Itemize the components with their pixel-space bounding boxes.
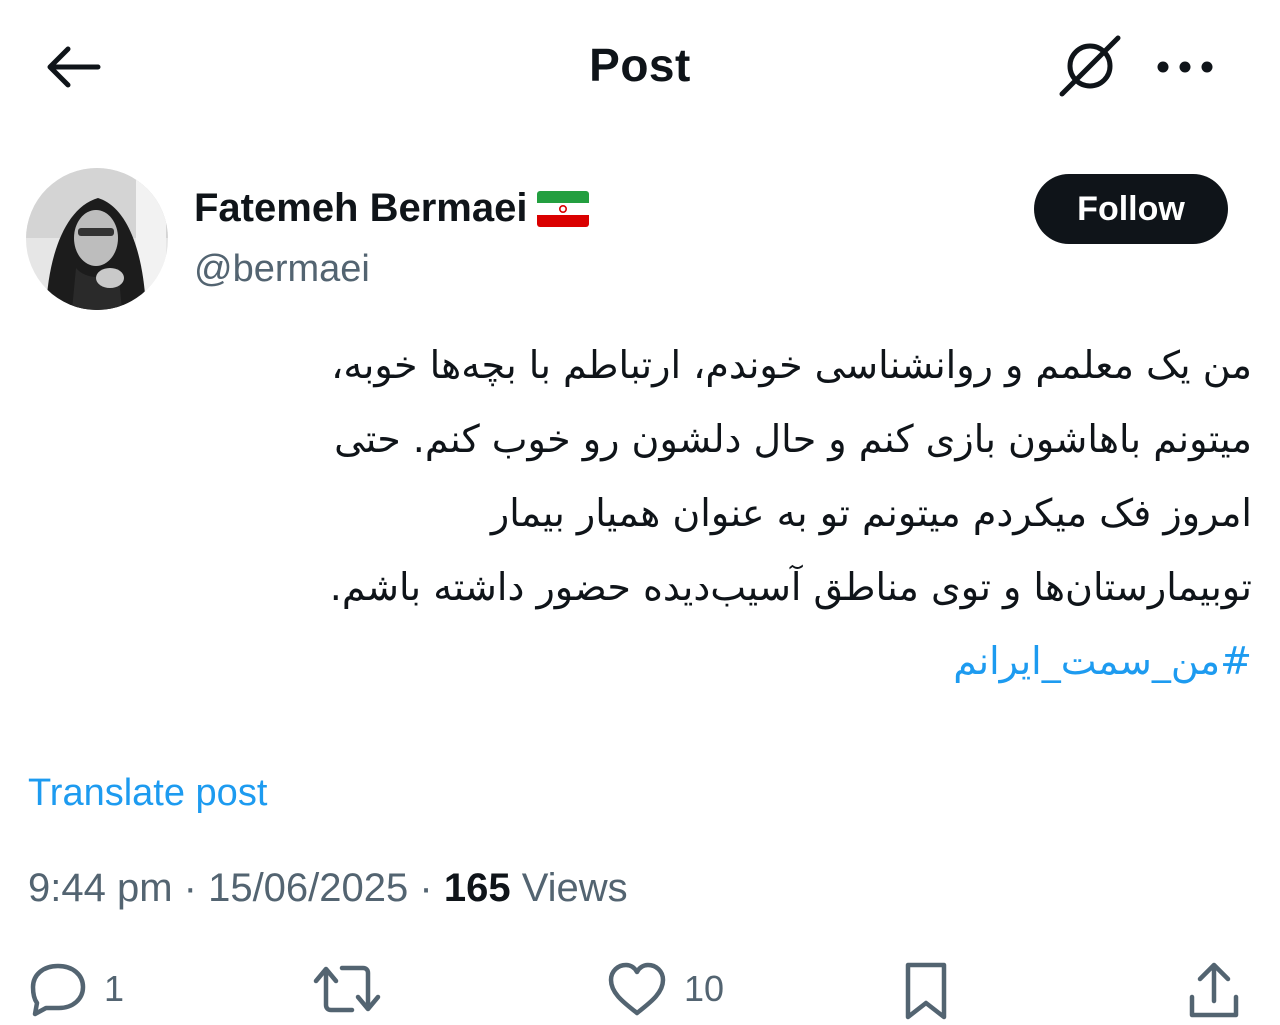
post-date[interactable]: 15/06/2025 (208, 866, 408, 910)
repost-icon (313, 965, 381, 1013)
like-count: 10 (684, 968, 725, 1009)
share-button[interactable] (1186, 961, 1242, 1021)
follow-button[interactable]: Follow (1034, 174, 1228, 244)
views-label: Views (510, 866, 628, 910)
grok-icon (1059, 35, 1121, 97)
grok-button[interactable] (1054, 30, 1126, 102)
translate-post-link[interactable]: Translate post (28, 772, 267, 815)
top-bar: Post (0, 0, 1280, 135)
post-text-line: امروز فک میکردم میتونم تو به عنوان همیار… (490, 491, 1252, 535)
more-options-button[interactable] (1150, 40, 1220, 94)
more-horizontal-icon (1157, 61, 1213, 73)
bookmark-button[interactable] (900, 961, 952, 1021)
bookmark-icon (905, 962, 947, 1020)
post-meta: 9:44 pm · 15/06/2025 · 165 Views (28, 866, 628, 911)
action-bar: 1 10 (0, 955, 1280, 1025)
post-text-line: من یک معلمم و روانشناسی خوندم، ارتباطم ب… (331, 343, 1252, 387)
meta-separator: · (408, 866, 444, 910)
author-display-name: Fatemeh Bermaei (194, 186, 528, 230)
hashtag-link[interactable]: #من_سمت_ایرانم (40, 624, 1252, 698)
post-text-line: توبیمارستان‌ها و توی مناطق آسیب‌دیده حضو… (329, 565, 1252, 609)
reply-count: 1 (104, 968, 125, 1009)
post-text-line: میتونم باهاشون بازی کنم و حال دلشون رو خ… (334, 417, 1252, 461)
like-button[interactable]: 10 (606, 961, 724, 1017)
iran-flag-icon (537, 190, 590, 227)
meta-separator: · (172, 866, 209, 910)
author-name[interactable]: Fatemeh Bermaei (194, 186, 590, 231)
author-handle[interactable]: @bermaei (194, 248, 370, 291)
views-count: 165 (443, 866, 511, 910)
reply-button[interactable]: 1 (28, 961, 124, 1017)
reply-icon (30, 963, 86, 1017)
avatar[interactable] (26, 168, 168, 310)
heart-icon (608, 962, 666, 1016)
post-time[interactable]: 9:44 pm (28, 866, 173, 910)
share-icon (1189, 962, 1239, 1018)
repost-button[interactable] (312, 961, 398, 1017)
post-text: من یک معلمم و روانشناسی خوندم، ارتباطم ب… (40, 328, 1252, 698)
